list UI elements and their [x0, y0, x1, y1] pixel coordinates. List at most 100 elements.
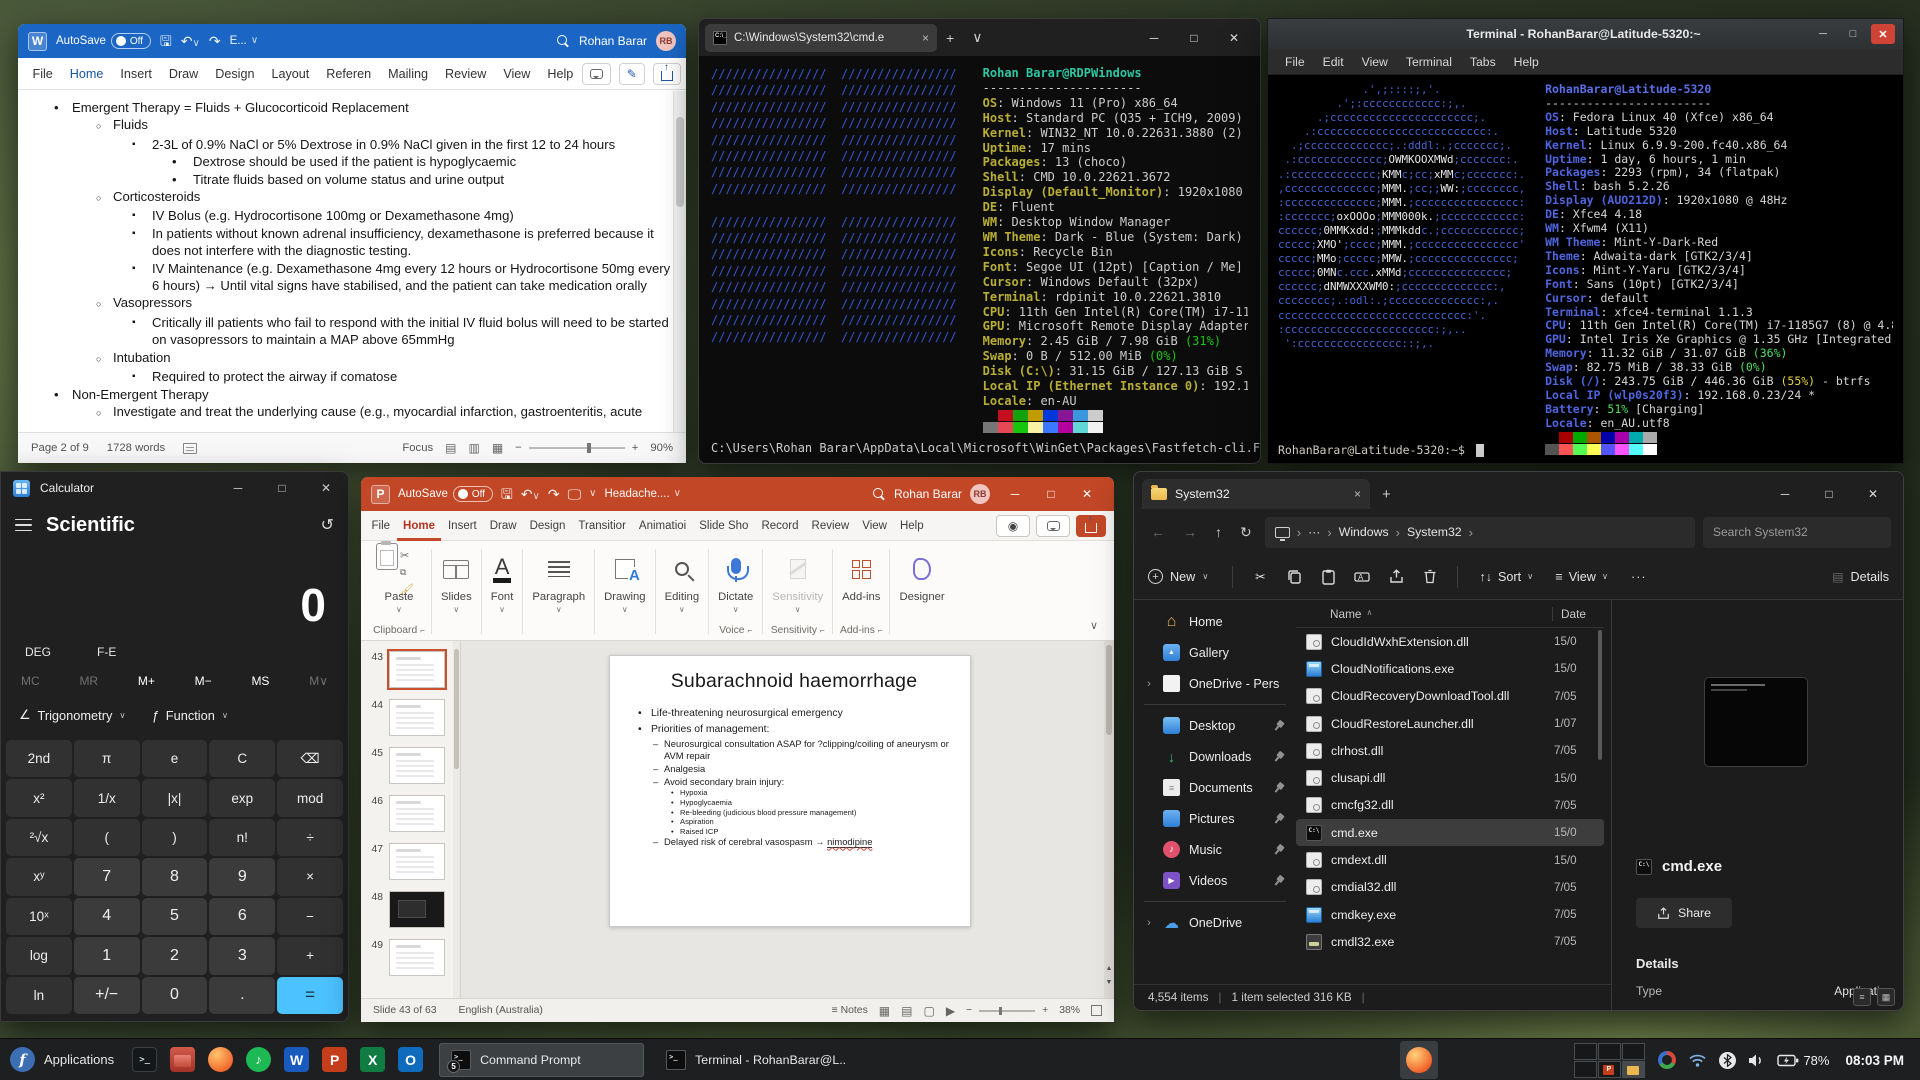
- calc-key-7[interactable]: 7: [73, 858, 140, 896]
- wifi-icon[interactable]: [1688, 1053, 1707, 1068]
- ppt-document-title[interactable]: Headache.... ∨: [604, 488, 681, 500]
- calc-key-1[interactable]: 1: [73, 937, 140, 975]
- file-row-CloudIdWxhExtension.dll[interactable]: CloudIdWxhExtension.dll 15/0: [1296, 628, 1604, 655]
- share-button[interactable]: [652, 62, 681, 85]
- view-button[interactable]: ≡ View ∨: [1546, 570, 1617, 584]
- calc-key-C[interactable]: C: [209, 740, 276, 778]
- name-column-header[interactable]: Name ∧: [1296, 607, 1552, 621]
- ribbon-group-designer[interactable]: Designer: [890, 545, 953, 640]
- maximize-button[interactable]: □: [1807, 478, 1851, 510]
- calc-key-π[interactable]: π: [73, 740, 140, 778]
- sidebar-item-gallery[interactable]: ▲ Gallery: [1134, 637, 1296, 668]
- new-tab-button[interactable]: +: [937, 30, 963, 46]
- network-manager-icon[interactable]: [1658, 1051, 1677, 1069]
- dropdown-chevron-icon[interactable]: ∨: [733, 605, 739, 614]
- ribbon-group-paste[interactable]: ✂ ⧉ 🖌 Paste ∨ Clipboard ⌐: [367, 541, 431, 640]
- details-pane-button[interactable]: ▤ Details: [1832, 570, 1889, 584]
- language-indicator[interactable]: English (Australia): [459, 1005, 543, 1016]
- file-row-clrhost.dll[interactable]: clrhost.dll 7/05: [1296, 737, 1604, 764]
- workspace-pager[interactable]: P: [1574, 1042, 1646, 1078]
- history-icon[interactable]: ↺: [321, 515, 334, 535]
- deg-button[interactable]: DEG: [25, 645, 51, 659]
- word-tab-view[interactable]: View: [495, 58, 539, 90]
- calc-key-5[interactable]: 5: [141, 897, 208, 936]
- calc-key-e[interactable]: e: [141, 740, 208, 778]
- paste-icon[interactable]: [1313, 569, 1343, 585]
- dropdown-chevron-icon[interactable]: ∨: [499, 605, 505, 614]
- calc-key-10ˣ[interactable]: 10ˣ: [6, 897, 72, 936]
- word-tab-referen[interactable]: Referen: [318, 58, 380, 90]
- spotify-launcher-icon[interactable]: ♪: [246, 1047, 272, 1072]
- terminal-output[interactable]: //////////////// //////////////// //////…: [699, 56, 1260, 463]
- calc-key-xʸ[interactable]: xʸ: [6, 858, 72, 896]
- volume-icon[interactable]: [1748, 1053, 1765, 1068]
- maximize-button[interactable]: □: [1841, 24, 1865, 44]
- ppt-tab-file[interactable]: File: [365, 511, 397, 541]
- previous-slide-icon[interactable]: ▲: [1104, 965, 1114, 972]
- calc-key-n![interactable]: n!: [209, 818, 276, 857]
- ribbon-group-paragraph[interactable]: Paragraph ∨: [523, 545, 594, 640]
- slide-scrollbar[interactable]: ▲ ▼: [1104, 641, 1114, 998]
- xterm-menu-file[interactable]: File: [1276, 55, 1314, 69]
- avatar[interactable]: RB: [970, 484, 990, 504]
- calc-key-÷[interactable]: ÷: [277, 818, 343, 857]
- avatar[interactable]: RB: [656, 31, 676, 51]
- search-input[interactable]: Search System32: [1703, 516, 1891, 548]
- word-tab-home[interactable]: Home: [61, 58, 112, 90]
- word-tab-layout[interactable]: Layout: [263, 58, 318, 90]
- ribbon-group-editing[interactable]: Editing ∨: [656, 545, 709, 640]
- ppt-tab-record[interactable]: Record: [755, 511, 805, 541]
- comments-button[interactable]: [581, 62, 611, 85]
- copy-icon[interactable]: [1279, 569, 1309, 584]
- minimize-button[interactable]: ─: [216, 472, 260, 504]
- files-launcher-icon[interactable]: [170, 1047, 196, 1072]
- dropdown-chevron-icon[interactable]: ∨: [795, 605, 801, 614]
- maximize-button[interactable]: □: [260, 472, 304, 504]
- ppt-tab-insert[interactable]: Insert: [441, 511, 483, 541]
- calc-key-+[interactable]: +: [277, 937, 343, 975]
- present-icon[interactable]: 🖵: [568, 487, 582, 501]
- terminal-launcher-icon[interactable]: >_: [132, 1047, 158, 1072]
- close-tab-icon[interactable]: ×: [1354, 487, 1361, 501]
- zoom-slider[interactable]: − +: [966, 1005, 1048, 1016]
- word-scrollbar[interactable]: [673, 91, 686, 432]
- sort-button[interactable]: ↑↓ Sort ∨: [1470, 570, 1542, 584]
- close-button[interactable]: ✕: [304, 472, 348, 504]
- word-launcher-icon[interactable]: W: [284, 1047, 310, 1072]
- calc-key-log[interactable]: log: [6, 937, 72, 975]
- up-icon[interactable]: ↑: [1210, 524, 1227, 540]
- minimize-button[interactable]: ─: [1811, 24, 1835, 44]
- slide-thumbnail-46[interactable]: [389, 795, 445, 832]
- ppt-tab-slide-sho[interactable]: Slide Sho: [693, 511, 755, 541]
- focus-button[interactable]: Focus: [402, 442, 433, 454]
- slide-indicator[interactable]: Slide 43 of 63: [373, 1005, 437, 1016]
- ppt-tab-animatioi[interactable]: Animatioi: [632, 511, 692, 541]
- calc-key-8[interactable]: 8: [141, 858, 208, 896]
- fit-slide-icon[interactable]: [1091, 1005, 1102, 1016]
- redo-icon[interactable]: ↷: [209, 34, 221, 48]
- close-button[interactable]: ✕: [1871, 24, 1895, 44]
- print-layout-icon[interactable]: ▥: [468, 441, 479, 455]
- ppt-tab-help[interactable]: Help: [893, 511, 930, 541]
- terminal-output[interactable]: .',;::::;,'. .';:cccccccccccc:;,. .;cccc…: [1268, 75, 1903, 463]
- share-button[interactable]: [1076, 514, 1106, 537]
- dropdown-chevron-icon[interactable]: ∨: [396, 605, 402, 614]
- date-column-header[interactable]: Date: [1552, 606, 1604, 621]
- file-row-cmdext.dll[interactable]: cmdext.dll 15/0: [1296, 846, 1604, 873]
- function-dropdown[interactable]: ƒ Function ∨: [152, 708, 228, 723]
- trigonometry-dropdown[interactable]: ∠ Trigonometry ∨: [19, 707, 126, 723]
- firefox-taskbar-item[interactable]: [1400, 1041, 1438, 1079]
- sidebar-item-pictures[interactable]: Pictures: [1134, 803, 1296, 834]
- thumbnail-view-toggle-icon[interactable]: ▦: [1877, 988, 1895, 1006]
- calc-key-mod[interactable]: mod: [277, 779, 343, 817]
- redo-icon[interactable]: ↷: [548, 487, 560, 501]
- file-row-CloudRestoreLauncher.dll[interactable]: CloudRestoreLauncher.dll 1/07: [1296, 710, 1604, 737]
- word-tab-file[interactable]: File: [24, 58, 61, 90]
- memory-button-m−[interactable]: M−: [195, 674, 212, 688]
- close-tab-icon[interactable]: ×: [922, 31, 929, 45]
- slide-thumbnail-45[interactable]: [389, 747, 445, 784]
- taskbar-button-command-prompt[interactable]: >_ 5 Command Prompt: [439, 1042, 645, 1077]
- slideshow-icon[interactable]: ▶: [946, 1004, 955, 1018]
- web-layout-icon[interactable]: ▦: [492, 441, 503, 455]
- sidebar-item-desktop[interactable]: Desktop: [1134, 710, 1296, 741]
